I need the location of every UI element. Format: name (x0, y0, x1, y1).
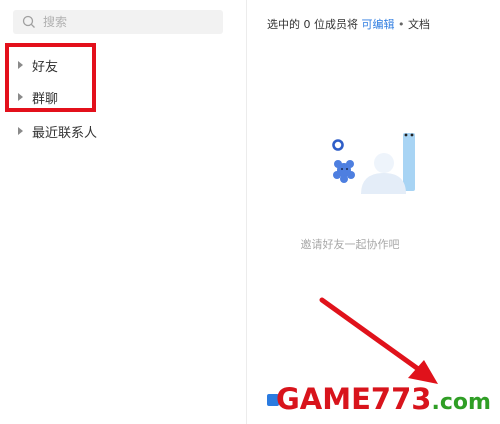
header-separator: • (398, 18, 405, 31)
header-suffix: 文档 (408, 18, 430, 31)
watermark-number: 773 (370, 382, 432, 416)
selection-header: 选中的 0 位成员将 可编辑 • 文档 (267, 16, 430, 32)
panel-divider (246, 0, 247, 424)
search-box[interactable] (13, 10, 223, 34)
watermark-logo: GAME773.com (276, 382, 491, 416)
group-label: 最近联系人 (32, 125, 98, 141)
empty-state-illustration (332, 133, 415, 194)
contacts-panel: 好友 群聊 最近联系人 (0, 0, 246, 424)
highlight-box (5, 43, 96, 112)
search-input[interactable] (43, 15, 213, 29)
search-icon (22, 15, 35, 28)
watermark-game: GAME (276, 382, 371, 416)
caret-right-icon (18, 127, 23, 135)
watermark-domain: .com (431, 390, 491, 415)
empty-state-text: 邀请好友一起协作吧 (300, 238, 400, 251)
group-recent-contacts[interactable]: 最近联系人 (18, 120, 97, 142)
header-prefix: 选中的 0 位成员将 (267, 18, 358, 31)
permission-dropdown[interactable]: 可编辑 (362, 18, 395, 31)
